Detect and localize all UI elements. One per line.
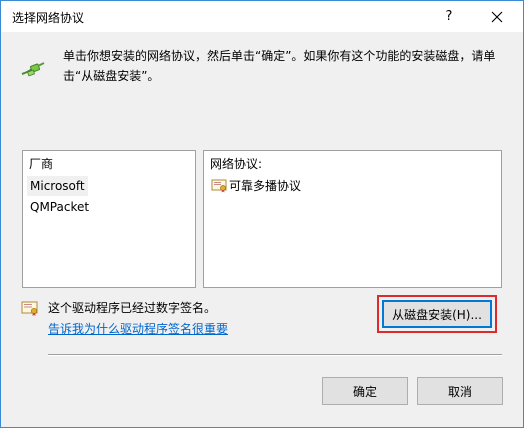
vendor-list-header: 厂商	[29, 157, 54, 171]
signed-driver-icon	[21, 301, 38, 316]
protocol-item-reliable-multicast[interactable]: 可靠多播协议	[208, 176, 304, 196]
signature-info-link[interactable]: 告诉我为什么驱动程序签名很重要	[48, 320, 228, 337]
dialog-title: 选择网络协议	[12, 11, 85, 25]
separator-line	[48, 354, 502, 356]
select-protocol-dialog: 选择网络协议 ? 单击你想安装的网络协议，然后单击“确定”。如果你有这个功能的安…	[0, 0, 524, 428]
network-cable-icon	[21, 62, 45, 77]
signature-status-text: 这个驱动程序已经过数字签名。	[48, 301, 217, 315]
protocol-list-header: 网络协议:	[210, 157, 263, 171]
close-icon	[491, 11, 503, 22]
help-icon: ?	[445, 9, 453, 24]
title-bar: 选择网络协议 ?	[1, 1, 523, 32]
protocol-item-label: 可靠多播协议	[229, 179, 302, 193]
vendor-listbox[interactable]: 厂商 Microsoft QMPacket	[22, 150, 196, 288]
instructions-text: 单击你想安装的网络协议，然后单击“确定”。如果你有这个功能的安装磁盘，请单击“从…	[63, 49, 496, 83]
cancel-button[interactable]: 取消	[417, 377, 503, 405]
vendor-item-microsoft[interactable]: Microsoft	[27, 176, 88, 196]
certificate-icon	[211, 179, 227, 193]
help-button[interactable]: ?	[427, 1, 471, 32]
vendor-item-qmpacket[interactable]: QMPacket	[27, 197, 92, 217]
have-disk-button[interactable]: 从磁盘安装(H)...	[382, 300, 492, 328]
protocol-listbox[interactable]: 网络协议: 可靠多播协议	[203, 150, 502, 288]
close-button[interactable]	[475, 1, 519, 32]
ok-button[interactable]: 确定	[322, 377, 408, 405]
